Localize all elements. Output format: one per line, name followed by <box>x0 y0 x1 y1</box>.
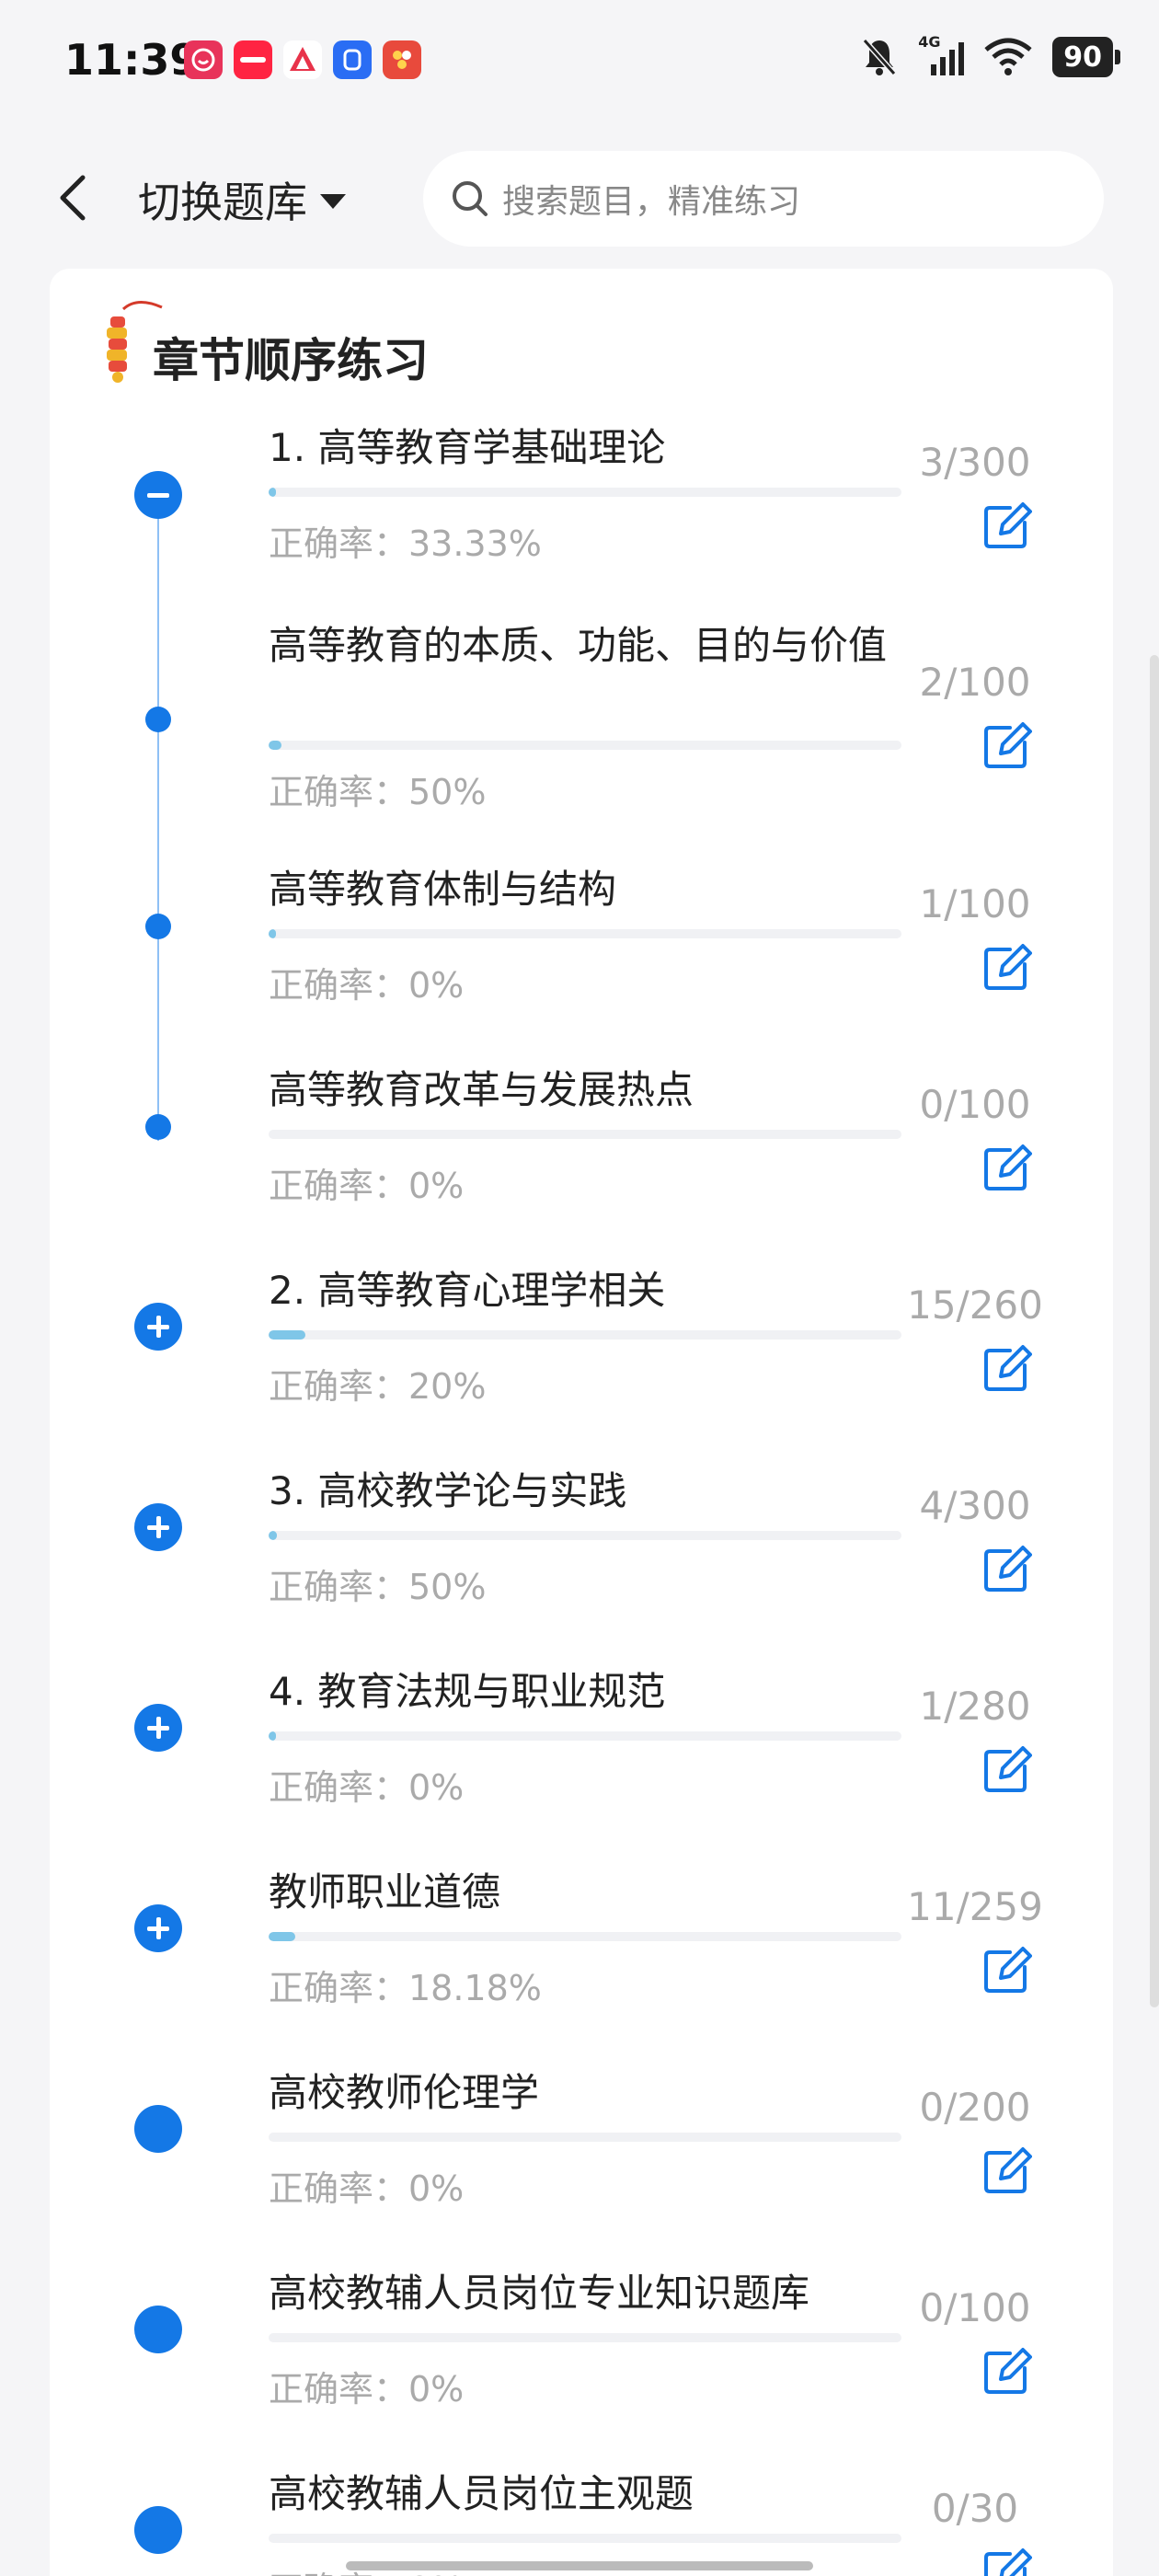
accuracy-label: 正确率：33.33% <box>269 523 542 564</box>
back-button[interactable] <box>46 166 101 230</box>
edit-practice-icon[interactable] <box>982 1544 1032 1593</box>
expand-icon[interactable] <box>134 1303 182 1351</box>
progress-bar <box>269 1130 901 1139</box>
scrollbar[interactable] <box>1150 655 1159 2007</box>
progress-bar <box>269 1932 901 1941</box>
search-icon <box>453 181 488 216</box>
wifi-icon <box>984 38 1032 75</box>
chapter-title: 4. 教育法规与职业规范 <box>269 1669 666 1714</box>
edit-practice-icon[interactable] <box>982 2346 1032 2396</box>
search-input[interactable]: 搜索题目，精准练习 <box>423 151 1104 247</box>
home-indicator[interactable] <box>346 2561 813 2570</box>
progress-count: 11/259 <box>907 1884 1043 1929</box>
accuracy-label: 正确率：0% <box>269 2168 465 2209</box>
progress-bar <box>269 741 901 750</box>
switch-bank-label: 切换题库 <box>138 178 307 227</box>
status-indicators: 4G 90 <box>861 33 1120 77</box>
progress-bar <box>269 2534 901 2543</box>
progress-fill <box>269 1731 277 1741</box>
progress-fill <box>269 1932 295 1941</box>
progress-bar <box>269 2133 901 2142</box>
edit-practice-icon[interactable] <box>982 942 1032 992</box>
status-bar: 11:39 4G 90 <box>0 0 1159 120</box>
progress-count: 1/100 <box>919 881 1031 926</box>
chapter-practice-card <box>50 269 1113 2576</box>
chapter-title: 3. 高校教学论与实践 <box>269 1468 627 1513</box>
app-icon-1 <box>184 40 223 79</box>
search-placeholder: 搜索题目，精准练习 <box>502 183 801 221</box>
chapter-title: 高校教师伦理学 <box>269 2070 540 2115</box>
progress-count: 2/100 <box>919 660 1031 705</box>
edit-practice-icon[interactable] <box>982 2145 1032 2195</box>
progress-fill <box>269 741 281 750</box>
accuracy-label: 正确率：0% <box>269 965 465 1006</box>
chapter-title: 高校教辅人员岗位主观题 <box>269 2471 694 2516</box>
timeline-dot <box>134 2306 182 2353</box>
timeline-dot <box>134 2506 182 2554</box>
caret-down-icon <box>320 194 346 209</box>
expand-icon[interactable] <box>134 1503 182 1551</box>
timeline-dot <box>145 914 171 939</box>
expand-icon[interactable] <box>134 1704 182 1752</box>
expand-icon[interactable] <box>134 1904 182 1952</box>
collapse-icon[interactable] <box>134 471 182 519</box>
progress-bar <box>269 1731 901 1741</box>
accuracy-label: 正确率：50% <box>269 772 487 812</box>
progress-count: 3/300 <box>919 440 1031 485</box>
progress-bar <box>269 488 901 497</box>
status-time: 11:39 <box>64 35 200 85</box>
edit-practice-icon[interactable] <box>982 1143 1032 1192</box>
app-icon-5 <box>383 40 421 79</box>
progress-count: 0/100 <box>919 1082 1031 1127</box>
timeline-connector <box>157 497 159 1141</box>
edit-practice-icon[interactable] <box>982 500 1032 550</box>
progress-fill <box>269 1531 277 1540</box>
progress-count: 1/280 <box>919 1684 1031 1729</box>
edit-practice-icon[interactable] <box>982 1343 1032 1393</box>
progress-bar <box>269 929 901 938</box>
timeline-dot <box>145 1114 171 1140</box>
accuracy-label: 正确率：20% <box>269 1366 487 1407</box>
progress-bar <box>269 2333 901 2342</box>
progress-count: 15/260 <box>907 1282 1043 1328</box>
cellular-signal-icon: 4G <box>918 33 965 77</box>
top-header: 切换题库 搜索题目，精准练习 <box>0 129 1159 267</box>
notification-app-icons <box>184 40 421 79</box>
chapter-title: 高等教育体制与结构 <box>269 867 617 912</box>
chapter-title: 2. 高等教育心理学相关 <box>269 1268 666 1313</box>
progress-count: 4/300 <box>919 1483 1031 1528</box>
xiaohongshu-app-icon <box>234 40 272 79</box>
chapter-title: 高等教育改革与发展热点 <box>269 1067 694 1112</box>
app-icon-3 <box>283 40 322 79</box>
accuracy-label: 正确率：50% <box>269 1567 487 1607</box>
chevron-left-icon <box>60 175 86 221</box>
edit-practice-icon[interactable] <box>982 2547 1032 2576</box>
edit-practice-icon[interactable] <box>982 1744 1032 1794</box>
timeline-dot <box>134 2105 182 2153</box>
accuracy-label: 正确率：0% <box>269 1166 465 1206</box>
progress-bar <box>269 1531 901 1540</box>
progress-fill <box>269 1330 305 1340</box>
chapter-title: 高校教辅人员岗位专业知识题库 <box>269 2271 810 2316</box>
progress-count: 0/30 <box>931 2486 1019 2531</box>
chapter-title: 高等教育的本质、功能、目的与价值 <box>269 623 888 668</box>
progress-fill <box>269 488 277 497</box>
timeline-dot <box>145 707 171 732</box>
switch-question-bank-dropdown[interactable]: 切换题库 <box>138 167 346 232</box>
app-icon-4 <box>333 40 372 79</box>
edit-practice-icon[interactable] <box>982 720 1032 770</box>
mute-bell-icon <box>863 39 897 75</box>
edit-practice-icon[interactable] <box>982 1945 1032 1995</box>
accuracy-label: 正确率：0% <box>269 1767 465 1808</box>
progress-fill <box>269 929 277 938</box>
accuracy-label: 正确率：0% <box>269 2369 465 2409</box>
progress-bar <box>269 1330 901 1340</box>
progress-count: 0/100 <box>919 2285 1031 2330</box>
progress-count: 0/200 <box>919 2085 1031 2130</box>
chapter-title: 教师职业道德 <box>269 1869 501 1915</box>
chapter-title: 1. 高等教育学基础理论 <box>269 425 666 470</box>
accuracy-label: 正确率：18.18% <box>269 1968 542 2008</box>
section-title: 章节顺序练习 <box>153 334 429 387</box>
battery-indicator: 90 <box>1052 37 1120 77</box>
